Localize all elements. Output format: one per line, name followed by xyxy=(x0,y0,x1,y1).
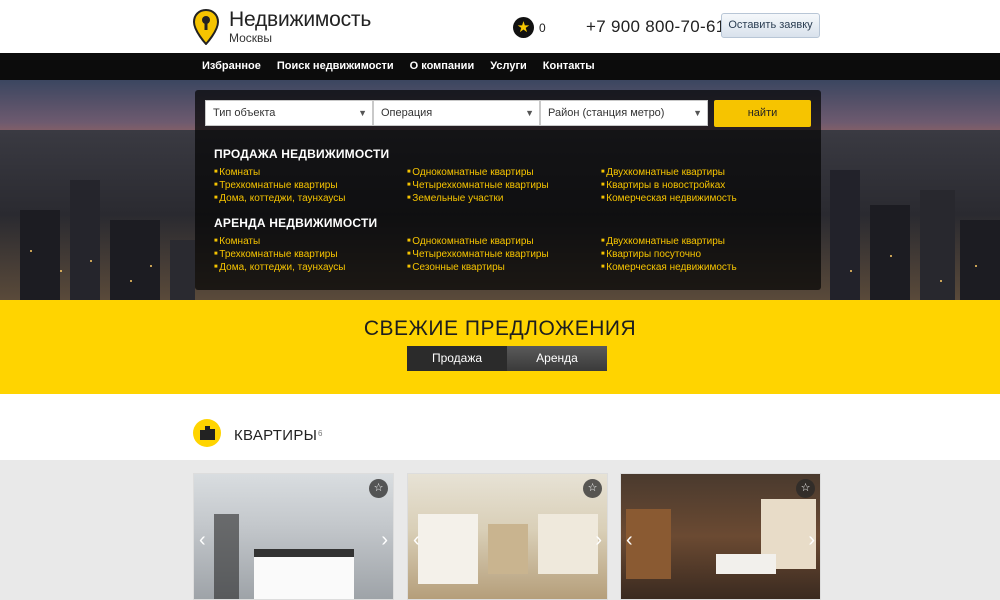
chevron-left-icon[interactable]: ‹ xyxy=(199,529,206,552)
tab-sale[interactable]: Продажа xyxy=(407,346,507,371)
listing-card[interactable]: ☆ ‹ › xyxy=(620,473,821,600)
rent-link[interactable]: Дома, коттеджи, таунхаусы xyxy=(214,261,345,274)
nav-item-about[interactable]: О компании xyxy=(402,53,483,80)
nav-item-services[interactable]: Услуги xyxy=(482,53,535,80)
rent-link[interactable]: Комерческая недвижимость xyxy=(601,261,736,274)
sale-link[interactable]: Земельные участки xyxy=(407,192,549,205)
chevron-right-icon[interactable]: › xyxy=(381,529,388,552)
tab-rent[interactable]: Аренда xyxy=(507,346,607,371)
star-icon: ★ xyxy=(513,17,534,38)
chevron-left-icon[interactable]: ‹ xyxy=(626,529,633,552)
sale-section-title: ПРОДАЖА НЕДВИЖИМОСТИ xyxy=(214,147,390,161)
listing-card[interactable]: ☆ ‹ › xyxy=(193,473,394,600)
chevron-down-icon: ▼ xyxy=(358,108,367,118)
phone-number: +7 900 800-70-61 xyxy=(586,17,726,36)
sale-link[interactable]: Трехкомнатные квартиры xyxy=(214,179,345,192)
favorite-star-icon[interactable]: ☆ xyxy=(796,479,815,498)
location-pin-icon xyxy=(192,8,220,46)
apartments-count: 6 xyxy=(318,429,323,438)
rent-link[interactable]: Однокомнатные квартиры xyxy=(407,235,549,248)
rent-link[interactable]: Двухкомнатные квартиры xyxy=(601,235,737,248)
favorites-count: 0 xyxy=(539,20,546,35)
buildings-icon xyxy=(193,419,221,447)
rent-links-col3: Двухкомнатные квартиры Квартиры посуточн… xyxy=(601,235,737,274)
nav-item-contacts[interactable]: Контакты xyxy=(535,53,603,80)
operation-select[interactable]: Операция ▼ xyxy=(373,100,540,126)
apartments-header-band xyxy=(0,394,1000,460)
sale-link[interactable]: Четырехкомнатные квартиры xyxy=(407,179,548,192)
site-header: Недвижимость Москвы ★ 0 +7 900 800-70-61… xyxy=(0,0,1000,53)
sale-link[interactable]: Комнаты xyxy=(214,166,345,179)
district-select-value: Район (станция метро) xyxy=(548,107,665,119)
operation-select-value: Операция xyxy=(381,107,433,119)
listing-card[interactable]: ☆ ‹ › xyxy=(407,473,608,600)
sale-links-col3: Двухкомнатные квартиры Квартиры в новост… xyxy=(601,166,737,205)
sale-link[interactable]: Комерческая недвижимость xyxy=(601,192,736,205)
sale-links-col1: Комнаты Трехкомнатные квартиры Дома, кот… xyxy=(214,166,345,205)
rent-link[interactable]: Трехкомнатные квартиры xyxy=(214,248,345,261)
site-logo[interactable]: Недвижимость Москвы xyxy=(192,8,372,46)
rent-links-col2: Однокомнатные квартиры Четырехкомнатные … xyxy=(407,235,549,274)
favorite-star-icon[interactable]: ☆ xyxy=(369,479,388,498)
nav-item-favorites[interactable]: Избранное xyxy=(194,53,269,80)
request-button[interactable]: Оставить заявку xyxy=(721,13,820,38)
apartments-title: КВАРТИРЫ xyxy=(234,427,318,444)
rent-links-col1: Комнаты Трехкомнатные квартиры Дома, кот… xyxy=(214,235,345,274)
offers-title: СВЕЖИЕ ПРЕДЛОЖЕНИЯ xyxy=(363,317,637,340)
rent-link[interactable]: Комнаты xyxy=(214,235,345,248)
type-select-value: Тип объекта xyxy=(213,107,276,119)
sale-links-col2: Однокомнатные квартиры Четырехкомнатные … xyxy=(407,166,549,205)
logo-title: Недвижимость xyxy=(229,8,372,31)
favorite-star-icon[interactable]: ☆ xyxy=(583,479,602,498)
chevron-down-icon: ▼ xyxy=(693,108,702,118)
sale-link[interactable]: Двухкомнатные квартиры xyxy=(601,166,737,179)
chevron-left-icon[interactable]: ‹ xyxy=(413,529,420,552)
rent-link[interactable]: Сезонные квартиры xyxy=(407,261,549,274)
chevron-right-icon[interactable]: › xyxy=(808,529,815,552)
sale-link[interactable]: Квартиры в новостройках xyxy=(601,179,737,192)
rent-section-title: АРЕНДА НЕДВИЖИМОСТИ xyxy=(214,216,378,230)
logo-subtitle: Москвы xyxy=(229,31,273,45)
find-button[interactable]: найти xyxy=(714,100,811,127)
chevron-down-icon: ▼ xyxy=(525,108,534,118)
rent-link[interactable]: Квартиры посуточно xyxy=(601,248,737,261)
chevron-right-icon[interactable]: › xyxy=(595,529,602,552)
favorites-counter[interactable]: ★ 0 xyxy=(513,17,546,38)
nav-item-search[interactable]: Поиск недвижимости xyxy=(269,53,402,80)
type-select[interactable]: Тип объекта ▼ xyxy=(205,100,373,126)
main-nav: Избранное Поиск недвижимости О компании … xyxy=(0,53,1000,80)
sale-link[interactable]: Дома, коттеджи, таунхаусы xyxy=(214,192,345,205)
rent-link[interactable]: Четырехкомнатные квартиры xyxy=(407,248,548,261)
district-select[interactable]: Район (станция метро) ▼ xyxy=(540,100,708,126)
search-panel: Тип объекта ▼ Операция ▼ Район (станция … xyxy=(195,90,821,290)
sale-link[interactable]: Однокомнатные квартиры xyxy=(407,166,549,179)
